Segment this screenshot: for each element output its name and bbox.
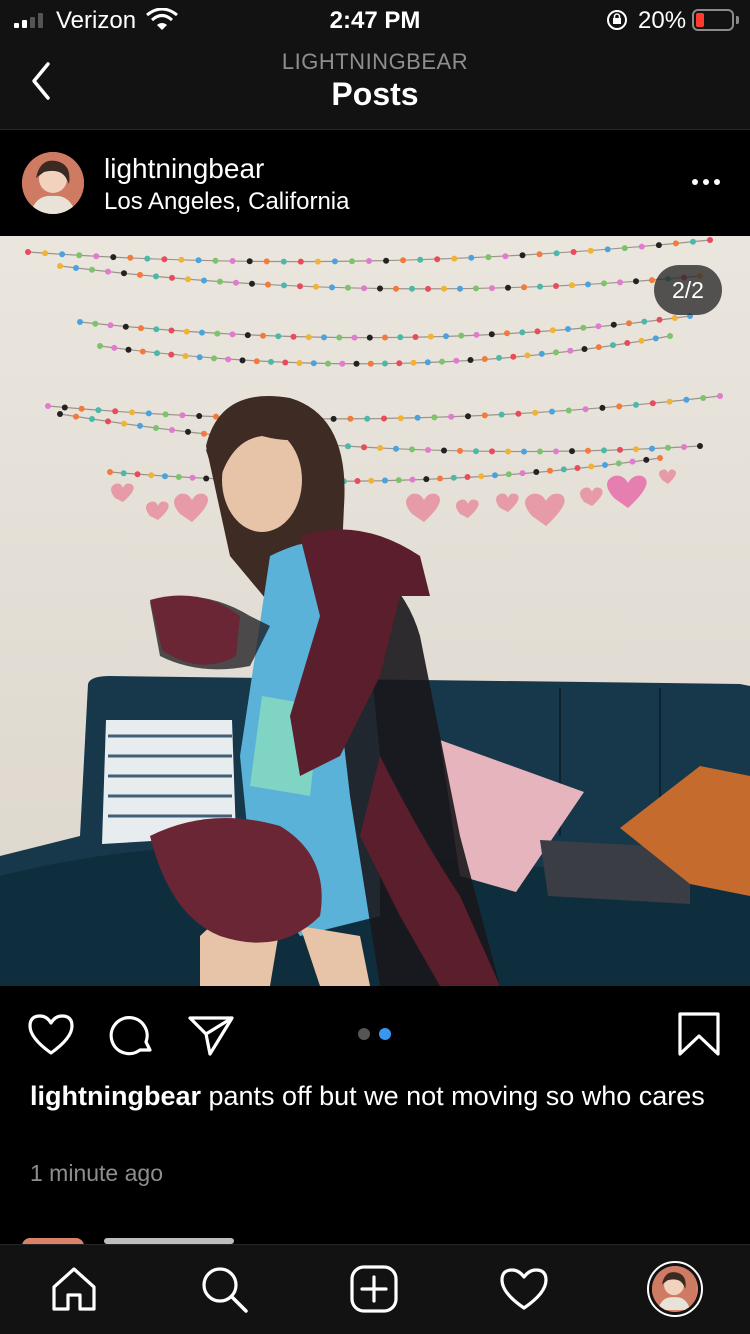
post-actions <box>0 986 750 1082</box>
header-username: LIGHTNINGBEAR <box>281 49 469 74</box>
carousel-indicator <box>358 1028 391 1040</box>
home-icon[interactable] <box>48 1263 100 1315</box>
post-header: lightningbear Los Angeles, California <box>0 130 750 236</box>
caption-username[interactable]: lightningbear <box>30 1081 201 1111</box>
search-icon[interactable] <box>198 1263 250 1315</box>
image-counter-badge: 2/2 <box>654 265 722 315</box>
carousel-dot <box>358 1028 370 1040</box>
status-bar: Verizon 2:47 PM 20% <box>0 0 750 40</box>
post-location[interactable]: Los Angeles, California <box>104 188 349 216</box>
battery-percent: 20% <box>638 7 687 34</box>
post-timestamp: 1 minute ago <box>30 1160 163 1186</box>
post-photo-image <box>0 236 750 986</box>
post-username[interactable]: lightningbear <box>104 153 264 185</box>
post-author-avatar[interactable] <box>22 152 84 214</box>
carousel-dot-active <box>379 1028 391 1040</box>
post-photo[interactable]: 2/2 <box>0 236 750 986</box>
share-icon[interactable] <box>186 1010 236 1060</box>
tab-bar <box>0 1244 750 1334</box>
comment-icon[interactable] <box>106 1010 156 1060</box>
heart-icon[interactable] <box>26 1010 76 1060</box>
profile-avatar[interactable] <box>647 1261 703 1317</box>
activity-icon[interactable] <box>498 1263 550 1315</box>
battery-icon <box>692 9 734 31</box>
rotation-lock-icon <box>607 10 627 30</box>
more-options-button[interactable] <box>686 170 726 194</box>
new-post-icon[interactable] <box>348 1263 400 1315</box>
caption-text: pants off but we not moving so who cares <box>201 1081 705 1111</box>
nav-header: LIGHTNINGBEAR Posts <box>0 40 750 130</box>
post-caption: lightningbear pants off but we not movin… <box>30 1080 710 1113</box>
page-title: Posts <box>331 76 419 112</box>
bookmark-icon[interactable] <box>674 1010 724 1060</box>
